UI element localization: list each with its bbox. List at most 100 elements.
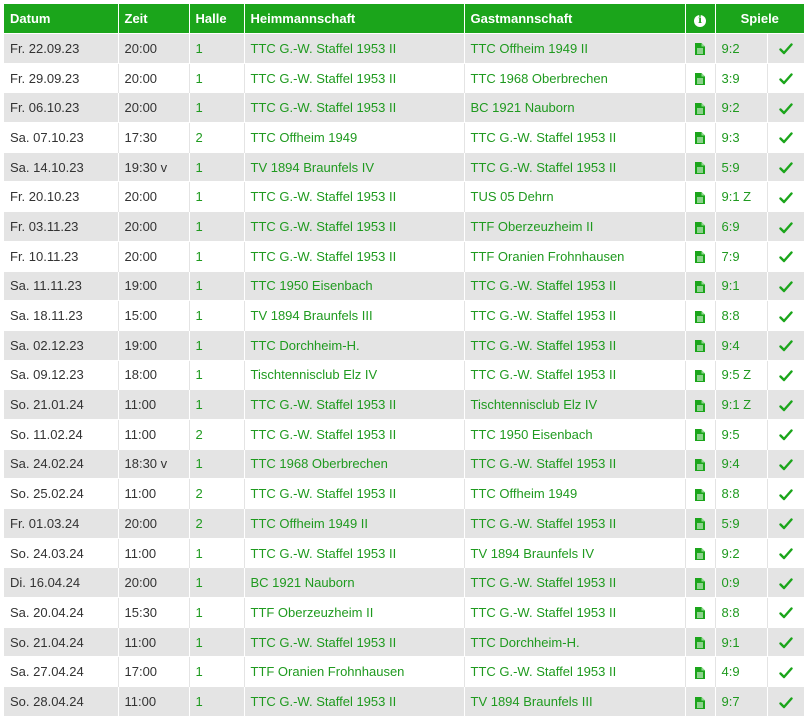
cell-ergebnis-link[interactable]: 9:4: [715, 329, 768, 361]
cell-gastmannschaft-link[interactable]: TTF Oranien Frohnhausen: [464, 240, 686, 271]
cell-gastmannschaft-link[interactable]: TTF Oberzeuzheim II: [464, 211, 686, 242]
column-header-gastmannschaft[interactable]: Gastmannschaft: [464, 4, 686, 34]
cell-heimmannschaft-link[interactable]: TTC Offheim 1949 II: [244, 508, 465, 539]
cell-ergebnis-link[interactable]: 9:5 Z: [715, 359, 768, 390]
cell-ergebnis-link[interactable]: 9:2: [715, 92, 768, 123]
cell-heimmannschaft-link[interactable]: TTF Oberzeuzheim II: [244, 597, 465, 628]
cell-gastmannschaft-link[interactable]: TTC G.-W. Staffel 1953 II: [464, 567, 686, 598]
cell-halle-link[interactable]: 1: [189, 567, 245, 598]
document-icon[interactable]: [695, 43, 705, 56]
cell-halle-link[interactable]: 2: [189, 508, 245, 539]
cell-halle-link[interactable]: 1: [189, 626, 245, 657]
cell-ergebnis-link[interactable]: 9:2: [715, 33, 768, 64]
cell-gastmannschaft-link[interactable]: TTC G.-W. Staffel 1953 II: [464, 597, 686, 628]
cell-ergebnis-link[interactable]: 4:9: [715, 656, 768, 687]
cell-halle-link[interactable]: 1: [189, 240, 245, 271]
document-icon[interactable]: [695, 399, 705, 412]
cell-heimmannschaft-link[interactable]: TTF Oranien Frohnhausen: [244, 656, 465, 687]
cell-ergebnis-link[interactable]: 9:7: [715, 686, 768, 716]
document-icon[interactable]: [695, 132, 705, 145]
cell-ergebnis-link[interactable]: 3:9: [715, 62, 768, 93]
cell-heimmannschaft-link[interactable]: TTC G.-W. Staffel 1953 II: [244, 181, 465, 212]
cell-ergebnis-link[interactable]: 0:9: [715, 567, 768, 598]
cell-halle-link[interactable]: 1: [189, 33, 245, 64]
document-icon[interactable]: [695, 280, 705, 293]
cell-gastmannschaft-link[interactable]: TTC G.-W. Staffel 1953 II: [464, 508, 686, 539]
cell-halle-link[interactable]: 1: [189, 62, 245, 93]
cell-heimmannschaft-link[interactable]: TTC 1968 Oberbrechen: [244, 448, 465, 479]
cell-gastmannschaft-link[interactable]: TV 1894 Braunfels III: [464, 686, 686, 716]
cell-halle-link[interactable]: 1: [189, 329, 245, 361]
cell-gastmannschaft-link[interactable]: TTC 1950 Eisenbach: [464, 418, 686, 450]
cell-gastmannschaft-link[interactable]: TTC G.-W. Staffel 1953 II: [464, 300, 686, 331]
column-header-halle[interactable]: Halle: [189, 4, 245, 34]
document-icon[interactable]: [695, 459, 705, 472]
document-icon[interactable]: [695, 518, 705, 531]
document-icon[interactable]: [695, 429, 705, 442]
cell-halle-link[interactable]: 1: [189, 300, 245, 331]
document-icon[interactable]: [695, 221, 705, 234]
cell-ergebnis-link[interactable]: 9:4: [715, 448, 768, 479]
cell-ergebnis-link[interactable]: 9:1 Z: [715, 181, 768, 212]
cell-heimmannschaft-link[interactable]: TTC G.-W. Staffel 1953 II: [244, 211, 465, 242]
cell-ergebnis-link[interactable]: 7:9: [715, 240, 768, 271]
document-icon[interactable]: [695, 340, 705, 353]
cell-halle-link[interactable]: 1: [189, 270, 245, 301]
cell-halle-link[interactable]: 1: [189, 92, 245, 123]
cell-gastmannschaft-link[interactable]: TUS 05 Dehrn: [464, 181, 686, 212]
cell-heimmannschaft-link[interactable]: TTC G.-W. Staffel 1953 II: [244, 92, 465, 123]
cell-halle-link[interactable]: 1: [189, 597, 245, 628]
cell-gastmannschaft-link[interactable]: TTC G.-W. Staffel 1953 II: [464, 270, 686, 301]
document-icon[interactable]: [695, 607, 705, 620]
cell-ergebnis-link[interactable]: 6:9: [715, 211, 768, 242]
cell-heimmannschaft-link[interactable]: Tischtennisclub Elz IV: [244, 359, 465, 390]
cell-gastmannschaft-link[interactable]: TTC Offheim 1949 II: [464, 33, 686, 64]
document-icon[interactable]: [695, 666, 705, 679]
cell-heimmannschaft-link[interactable]: TV 1894 Braunfels IV: [244, 151, 465, 182]
cell-ergebnis-link[interactable]: 9:1 Z: [715, 389, 768, 420]
cell-gastmannschaft-link[interactable]: TTC G.-W. Staffel 1953 II: [464, 448, 686, 479]
cell-gastmannschaft-link[interactable]: TTC G.-W. Staffel 1953 II: [464, 122, 686, 153]
cell-heimmannschaft-link[interactable]: TTC G.-W. Staffel 1953 II: [244, 62, 465, 93]
cell-heimmannschaft-link[interactable]: TTC G.-W. Staffel 1953 II: [244, 537, 465, 568]
document-icon[interactable]: [695, 191, 705, 204]
cell-ergebnis-link[interactable]: 9:2: [715, 537, 768, 568]
document-icon[interactable]: [695, 73, 705, 86]
cell-gastmannschaft-link[interactable]: BC 1921 Nauborn: [464, 92, 686, 123]
cell-halle-link[interactable]: 1: [189, 656, 245, 687]
document-icon[interactable]: [695, 310, 705, 323]
cell-ergebnis-link[interactable]: 9:5: [715, 418, 768, 450]
cell-heimmannschaft-link[interactable]: TTC G.-W. Staffel 1953 II: [244, 418, 465, 450]
document-icon[interactable]: [695, 548, 705, 561]
cell-heimmannschaft-link[interactable]: TTC Dorchheim-H.: [244, 329, 465, 361]
document-icon[interactable]: [695, 102, 705, 115]
column-header-zeit[interactable]: Zeit: [118, 4, 190, 34]
cell-heimmannschaft-link[interactable]: TTC 1950 Eisenbach: [244, 270, 465, 301]
cell-ergebnis-link[interactable]: 9:3: [715, 122, 768, 153]
document-icon[interactable]: [695, 577, 705, 590]
cell-heimmannschaft-link[interactable]: TTC G.-W. Staffel 1953 II: [244, 240, 465, 271]
cell-ergebnis-link[interactable]: 9:1: [715, 270, 768, 301]
cell-heimmannschaft-link[interactable]: BC 1921 Nauborn: [244, 567, 465, 598]
cell-halle-link[interactable]: 1: [189, 359, 245, 390]
cell-ergebnis-link[interactable]: 8:8: [715, 597, 768, 628]
cell-ergebnis-link[interactable]: 9:1: [715, 626, 768, 657]
cell-halle-link[interactable]: 2: [189, 122, 245, 153]
cell-heimmannschaft-link[interactable]: TTC G.-W. Staffel 1953 II: [244, 478, 465, 509]
document-icon[interactable]: [695, 162, 705, 175]
cell-heimmannschaft-link[interactable]: TTC Offheim 1949: [244, 122, 465, 153]
cell-halle-link[interactable]: 2: [189, 418, 245, 450]
cell-gastmannschaft-link[interactable]: TTC G.-W. Staffel 1953 II: [464, 656, 686, 687]
cell-ergebnis-link[interactable]: 8:8: [715, 300, 768, 331]
cell-ergebnis-link[interactable]: 8:8: [715, 478, 768, 509]
cell-halle-link[interactable]: 1: [189, 211, 245, 242]
cell-gastmannschaft-link[interactable]: TTC 1968 Oberbrechen: [464, 62, 686, 93]
cell-gastmannschaft-link[interactable]: TTC G.-W. Staffel 1953 II: [464, 151, 686, 182]
column-header-spiele[interactable]: Spiele: [715, 4, 805, 34]
cell-heimmannschaft-link[interactable]: TTC G.-W. Staffel 1953 II: [244, 389, 465, 420]
column-header-heimmannschaft[interactable]: Heimmannschaft: [244, 4, 465, 34]
cell-gastmannschaft-link[interactable]: TTC G.-W. Staffel 1953 II: [464, 359, 686, 390]
document-icon[interactable]: [695, 251, 705, 264]
cell-halle-link[interactable]: 1: [189, 537, 245, 568]
column-header-datum[interactable]: Datum: [4, 4, 119, 34]
